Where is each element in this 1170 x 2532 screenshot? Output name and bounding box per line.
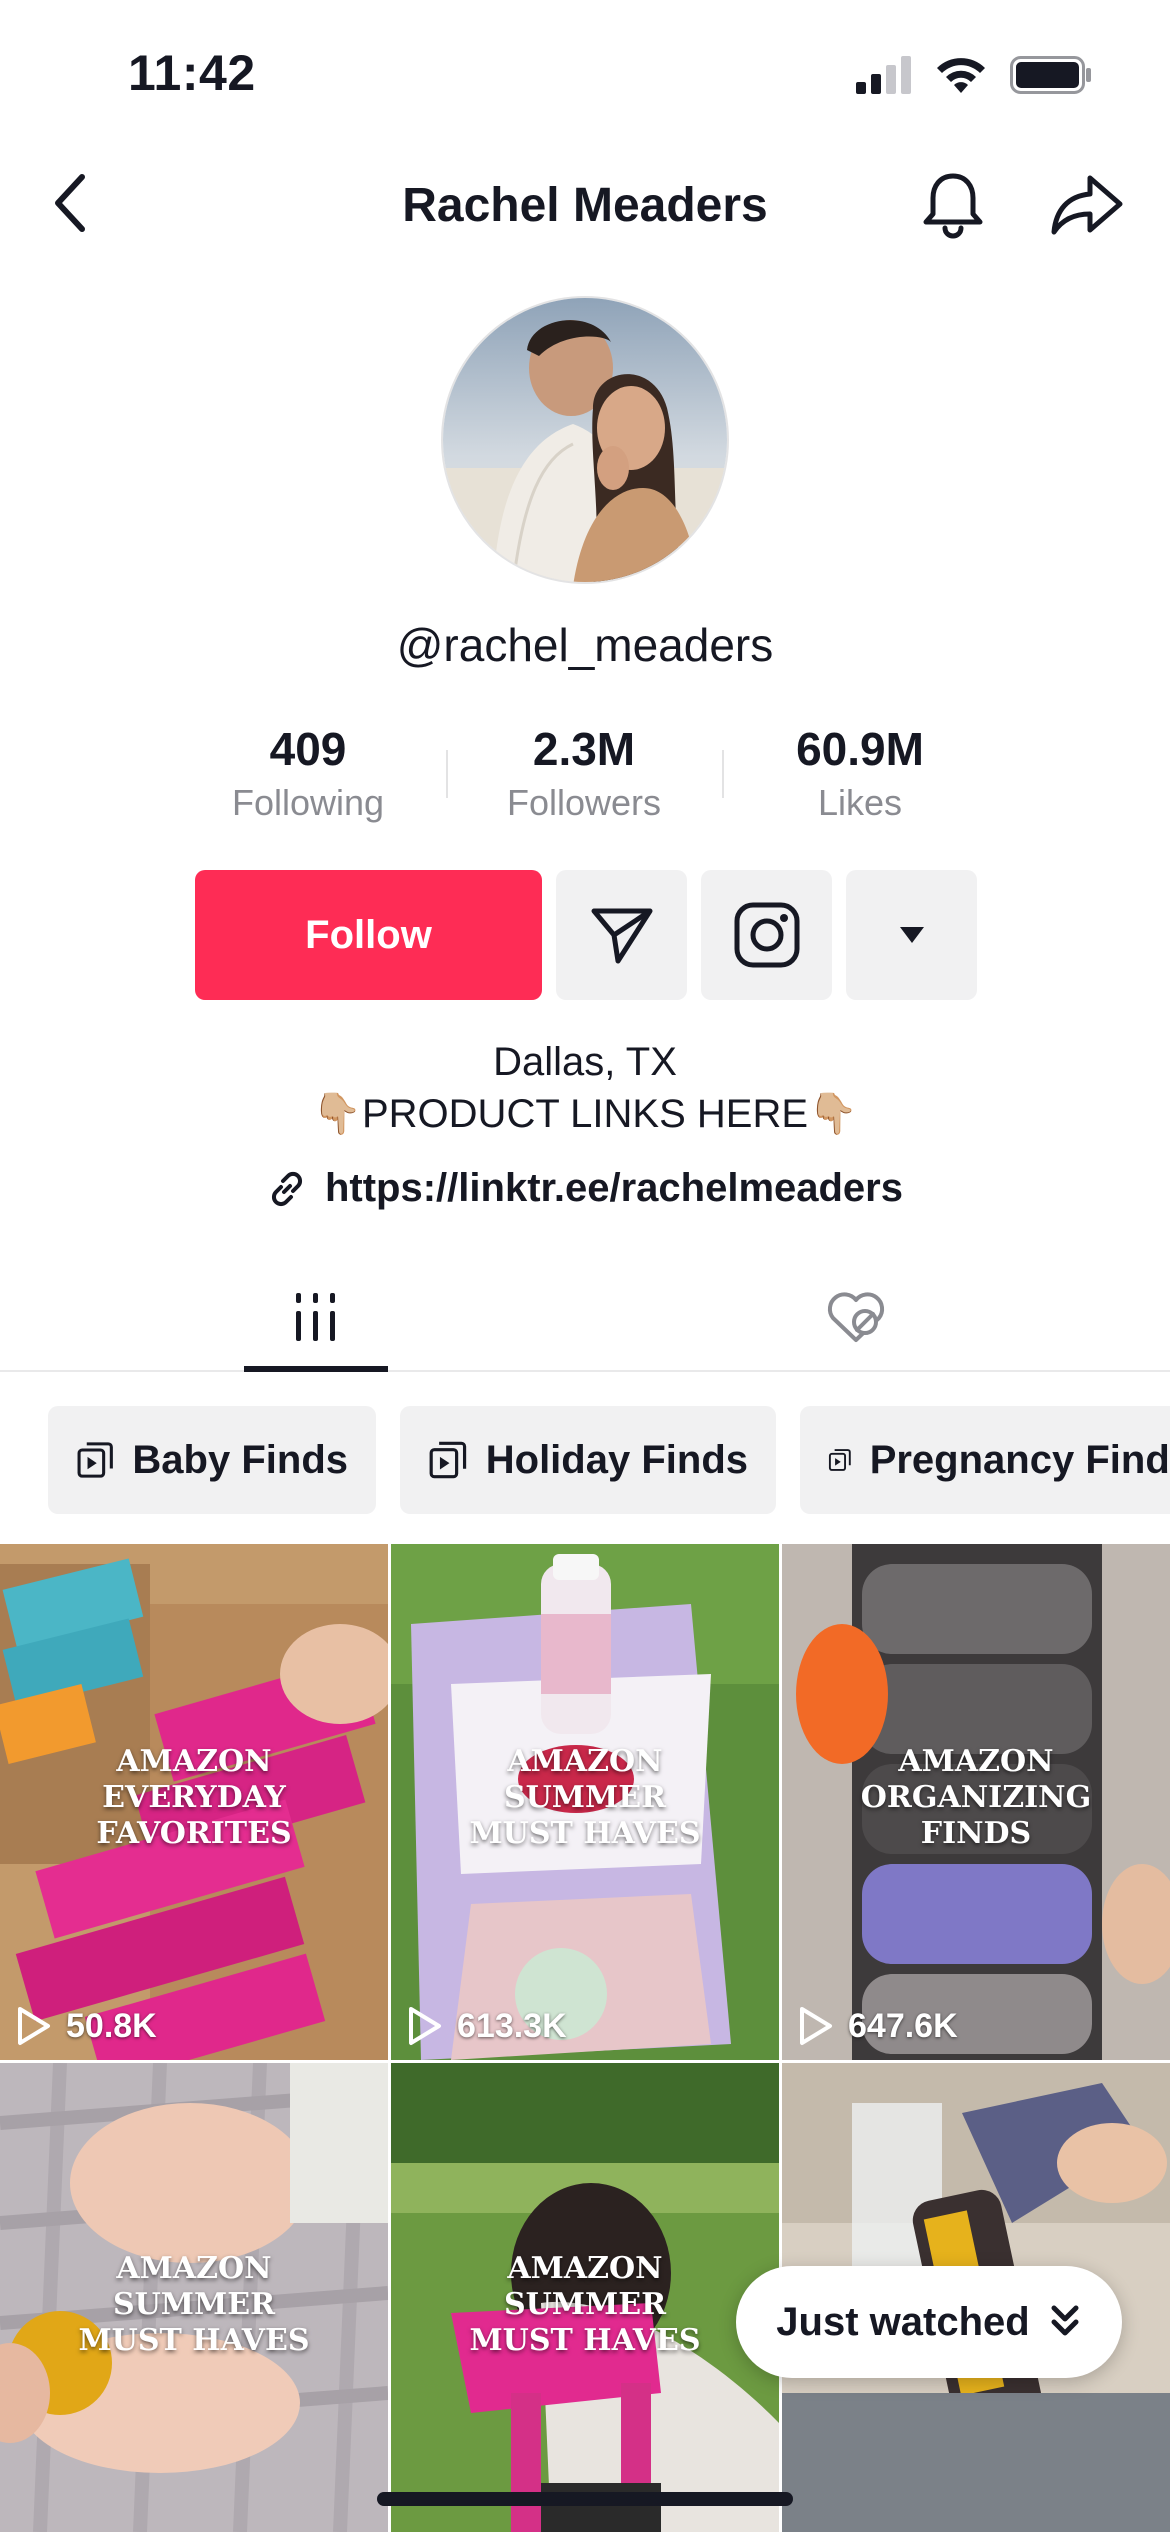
- playlist-chip-baby-finds[interactable]: Baby Finds: [48, 1406, 376, 1514]
- stat-divider: [722, 750, 724, 798]
- bio-product-links: 👇🏼PRODUCT LINKS HERE👇🏼: [312, 1092, 858, 1136]
- video-caption: AMAZON SUMMER MUST HAVES: [469, 2251, 701, 2358]
- playlist-label: Baby Finds: [132, 1437, 348, 1482]
- profile-tabs: [0, 1262, 1170, 1372]
- profile-actions: Follow: [195, 870, 977, 1000]
- instagram-button[interactable]: [701, 870, 832, 1000]
- status-bar: 11:42: [0, 0, 1170, 150]
- battery-icon: [1010, 56, 1091, 94]
- playlist-icon: [828, 1449, 851, 1471]
- share-arrow-icon: [1051, 175, 1123, 235]
- status-icons: [854, 55, 1092, 95]
- play-icon: [18, 2007, 50, 2045]
- video-grid: AMAZON EVERYDAY FAVORITES 50.8K AMAZON S…: [0, 1544, 1170, 2532]
- stat-label: Following: [231, 782, 385, 823]
- double-chevron-down-icon: [1051, 2305, 1079, 2336]
- video-caption: AMAZON SUMMER MUST HAVES: [78, 2251, 310, 2358]
- username-handle: @rachel_meaders: [396, 619, 774, 671]
- grid-bars-icon: [296, 1293, 335, 1341]
- playlist-icon: [77, 1442, 113, 1478]
- bell-icon: [923, 173, 983, 239]
- video-thumbnail[interactable]: AMAZON EVERYDAY FAVORITES 50.8K: [0, 1544, 388, 2060]
- bio-location: Dallas, TX: [493, 1040, 677, 1084]
- profile-photo: [443, 298, 727, 582]
- link-icon: [271, 1171, 303, 1206]
- video-views: 647.6K: [798, 2006, 958, 2046]
- video-views: 50.8K: [16, 2006, 157, 2046]
- instagram-icon: [734, 902, 799, 968]
- hidden-heart-icon: [827, 1292, 885, 1342]
- wifi-icon: [937, 58, 985, 93]
- stat-label: Followers: [506, 782, 662, 823]
- playlist-label: Pregnancy Finds: [869, 1437, 1170, 1482]
- cellular-signal-icon: [856, 56, 911, 94]
- playlist-icon: [429, 1441, 467, 1479]
- profile-stats: 409 Following 2.3M Followers 60.9M Likes: [0, 722, 1170, 832]
- view-count: 647.6K: [848, 2006, 958, 2045]
- more-options-button[interactable]: [846, 870, 977, 1000]
- play-icon: [409, 2007, 441, 2045]
- tab-liked[interactable]: [784, 1262, 928, 1372]
- playlist-label: Holiday Finds: [485, 1437, 748, 1482]
- video-thumbnail[interactable]: AMAZON SUMMER MUST HAVES: [0, 2063, 388, 2532]
- paper-plane-icon: [591, 908, 652, 964]
- view-count: 613.3K: [457, 2006, 567, 2045]
- just-watched-button[interactable]: Just watched: [736, 2266, 1122, 2378]
- playlist-row: Baby Finds Holiday Finds Pregnancy Finds: [0, 1406, 1170, 1516]
- video-thumbnail[interactable]: AMAZON SUMMER MUST HAVES: [391, 2063, 779, 2532]
- video-caption: AMAZON ORGANIZING FINDS: [860, 1744, 1092, 1851]
- tab-videos[interactable]: [244, 1262, 388, 1372]
- video-views: 613.3K: [407, 2006, 567, 2046]
- bio-link[interactable]: https://linktr.ee/rachelmeaders: [0, 1166, 1170, 1211]
- notification-bell-button[interactable]: [918, 170, 988, 240]
- playlist-chip-pregnancy-finds[interactable]: Pregnancy Finds: [800, 1406, 1170, 1514]
- status-time: 11:42: [128, 45, 256, 101]
- video-thumbnail[interactable]: AMAZON ORGANIZING FINDS 647.6K: [782, 1544, 1170, 2060]
- play-icon: [800, 2007, 832, 2045]
- caret-down-icon: [899, 927, 924, 943]
- view-count: 50.8K: [66, 2006, 157, 2045]
- home-indicator[interactable]: [377, 2492, 793, 2506]
- avatar[interactable]: [441, 296, 729, 584]
- active-tab-indicator: [244, 1366, 388, 1372]
- video-caption: AMAZON SUMMER MUST HAVES: [469, 1744, 701, 1851]
- just-watched-label: Just watched: [776, 2299, 1030, 2344]
- stat-following[interactable]: 409 Following: [188, 722, 428, 824]
- follow-button[interactable]: Follow: [195, 870, 542, 1000]
- nav-bar: Rachel Meaders: [0, 150, 1170, 260]
- stat-value: 409: [269, 723, 347, 775]
- stat-value: 2.3M: [532, 723, 636, 775]
- page-title: Rachel Meaders: [402, 179, 768, 232]
- stat-label: Likes: [817, 782, 903, 823]
- video-thumbnail[interactable]: AMAZON SUMMER MUST HAVES 613.3K: [391, 1544, 779, 2060]
- stat-followers[interactable]: 2.3M Followers: [464, 722, 704, 824]
- stat-value: 60.9M: [796, 723, 924, 775]
- video-caption: AMAZON EVERYDAY FAVORITES: [96, 1744, 292, 1851]
- bio-link-text: https://linktr.ee/rachelmeaders: [324, 1166, 903, 1210]
- message-button[interactable]: [556, 870, 687, 1000]
- playlist-chip-holiday-finds[interactable]: Holiday Finds: [400, 1406, 776, 1514]
- stat-likes: 60.9M Likes: [740, 722, 980, 824]
- stat-divider: [446, 750, 448, 798]
- profile-bio: Dallas, TX 👇🏼PRODUCT LINKS HERE👇🏼: [0, 1036, 1170, 1140]
- share-button[interactable]: [1050, 170, 1124, 240]
